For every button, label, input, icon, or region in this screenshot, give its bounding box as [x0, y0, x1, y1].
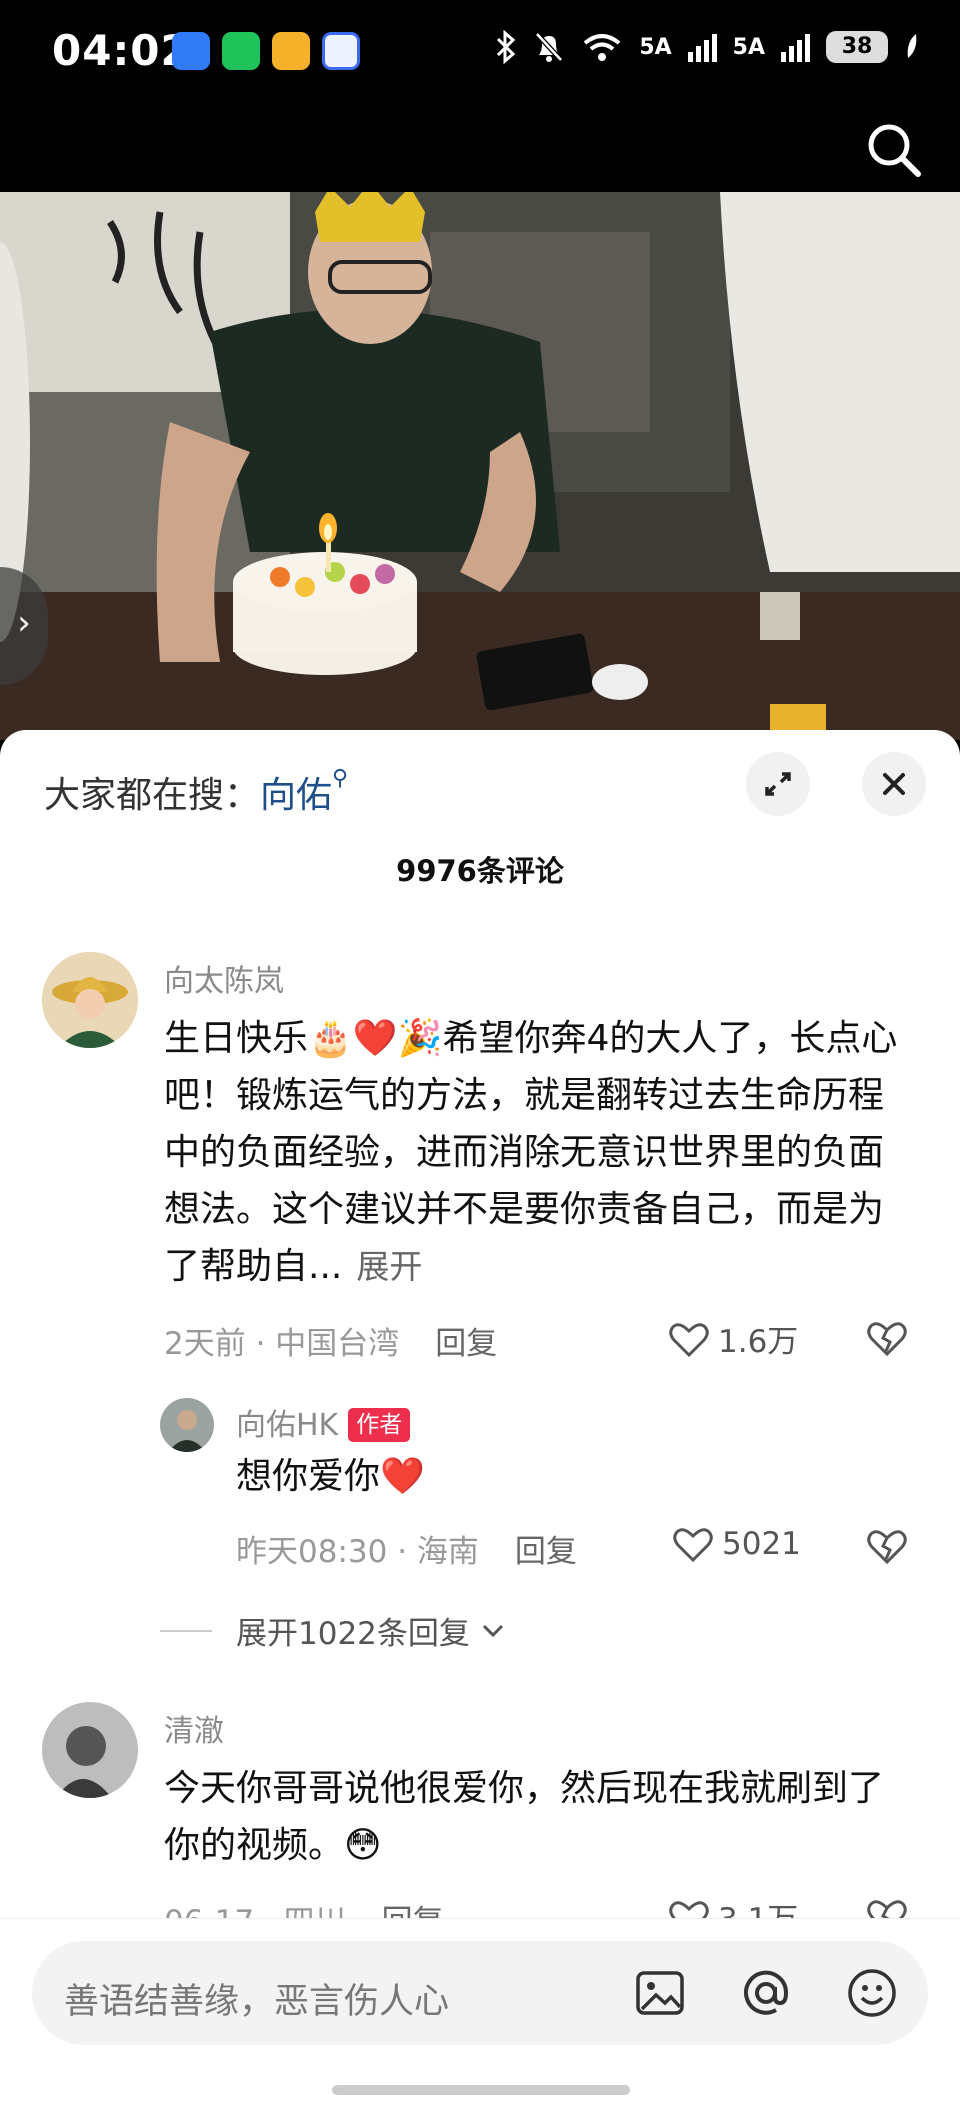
signal-2-icon [781, 32, 810, 62]
expand-button[interactable] [746, 752, 810, 816]
comment-sheet: 大家都在搜：向佑⚲ 9976条评论 向太陈岚 生日快乐🎂❤️🎉希望你奔4的大人了… [0, 730, 960, 2110]
network-type-2: 5A [732, 34, 765, 60]
network-type-1: 5A [639, 34, 672, 60]
wechat-app-icon [222, 32, 260, 70]
search-small-icon: ⚲ [332, 766, 349, 791]
home-indicator [332, 2085, 630, 2095]
image-icon[interactable] [632, 1965, 688, 2021]
reply-like-count: 5021 [722, 1526, 801, 1562]
reply-avatar[interactable] [160, 1398, 214, 1452]
reply-to-reply-button[interactable]: 回复 [515, 1534, 577, 1570]
comment-input-placeholder: 善语结善缘，恶言伤人心 [64, 1982, 450, 2022]
comment-input[interactable]: 善语结善缘，恶言伤人心 [32, 1941, 928, 2045]
charging-leaf-icon [907, 34, 917, 58]
like-count: 1.6万 [718, 1324, 799, 1360]
wifi-icon [584, 34, 621, 61]
weibo-app-icon [272, 32, 310, 70]
at-icon[interactable] [738, 1965, 794, 2021]
avatar[interactable] [42, 1702, 138, 1798]
reply-meta: 昨天08:30 · 海南 回复 [236, 1534, 577, 1570]
chevron-down-icon [482, 1624, 503, 1637]
search-icon[interactable] [862, 118, 926, 182]
bluetooth-icon [497, 30, 516, 64]
comment-input-bar: 善语结善缘，恶言伤人心 [0, 1918, 960, 2110]
mute-bell-icon [535, 32, 564, 62]
avatar[interactable] [42, 952, 138, 1048]
comment-username[interactable]: 清澈 [164, 1706, 224, 1750]
close-icon [883, 773, 905, 795]
system-indicators: 5A 5A 38 [495, 30, 920, 64]
top-bar [0, 108, 960, 192]
battery-level: 38 [826, 31, 888, 63]
comment-count: 9976条评论 [396, 854, 564, 888]
expand-icon [765, 772, 791, 796]
reply-button[interactable]: 回复 [435, 1326, 497, 1362]
status-time: 04:02 [52, 26, 191, 75]
broken-heart-icon[interactable] [866, 1318, 908, 1358]
reply-username[interactable]: 向佑HK [236, 1408, 338, 1443]
comment-text: 今天你哥哥说他很爱你，然后现在我就刷到了你的视频。😳 [164, 1768, 885, 1866]
messages-app-icon [172, 32, 210, 70]
birthday-video-image [0, 192, 960, 740]
like-button[interactable]: 1.6万 [668, 1316, 798, 1361]
heart-outline-icon [673, 1528, 713, 1563]
comment-text: 生日快乐🎂❤️🎉希望你奔4的大人了，长点心吧！锻炼运气的方法，就是翻转过去生命历… [164, 1010, 904, 1295]
hot-search[interactable]: 大家都在搜：向佑⚲ [44, 766, 348, 818]
avatar-image [42, 952, 138, 1048]
status-bar: 04:02 5A 5A 38 [0, 0, 960, 108]
heart-outline-icon [669, 1322, 709, 1357]
avatar-image [42, 1702, 138, 1798]
hot-search-prefix: 大家都在搜： [44, 775, 261, 816]
reply-time: 昨天08:30 [236, 1534, 388, 1570]
comment-meta: 2天前 · 中国台湾 回复 [164, 1326, 498, 1362]
reply-username-row: 向佑HK 作者 [236, 1400, 411, 1444]
author-badge: 作者 [348, 1408, 411, 1442]
gov-app-icon [322, 32, 360, 70]
expand-replies-label: 展开1022条回复 [236, 1616, 470, 1652]
reply-avatar-image [160, 1398, 214, 1452]
video-frame[interactable]: › [0, 192, 960, 740]
notification-icons [172, 32, 360, 70]
hot-search-term[interactable]: 向佑 [260, 775, 332, 816]
signal-1-icon [687, 32, 717, 62]
comment-text-body: 生日快乐🎂❤️🎉希望你奔4的大人了，长点心吧！锻炼运气的方法，就是翻转过去生命历… [164, 1018, 898, 1287]
expand-text-button[interactable]: 展开 [356, 1247, 422, 1286]
reply-text: 想你爱你❤️ [236, 1456, 425, 1497]
emoji-icon[interactable] [844, 1965, 900, 2021]
divider-line [160, 1629, 212, 1632]
expand-replies-button[interactable]: 展开1022条回复 [160, 1608, 510, 1653]
comment-time: 2天前 [164, 1326, 246, 1362]
reply-location: 海南 [416, 1534, 479, 1570]
close-button[interactable] [862, 752, 926, 816]
comment-username[interactable]: 向太陈岚 [164, 956, 284, 1000]
reply-like-button[interactable]: 5021 [672, 1524, 801, 1564]
comment-location: 中国台湾 [275, 1326, 400, 1362]
broken-heart-icon[interactable] [866, 1526, 908, 1566]
